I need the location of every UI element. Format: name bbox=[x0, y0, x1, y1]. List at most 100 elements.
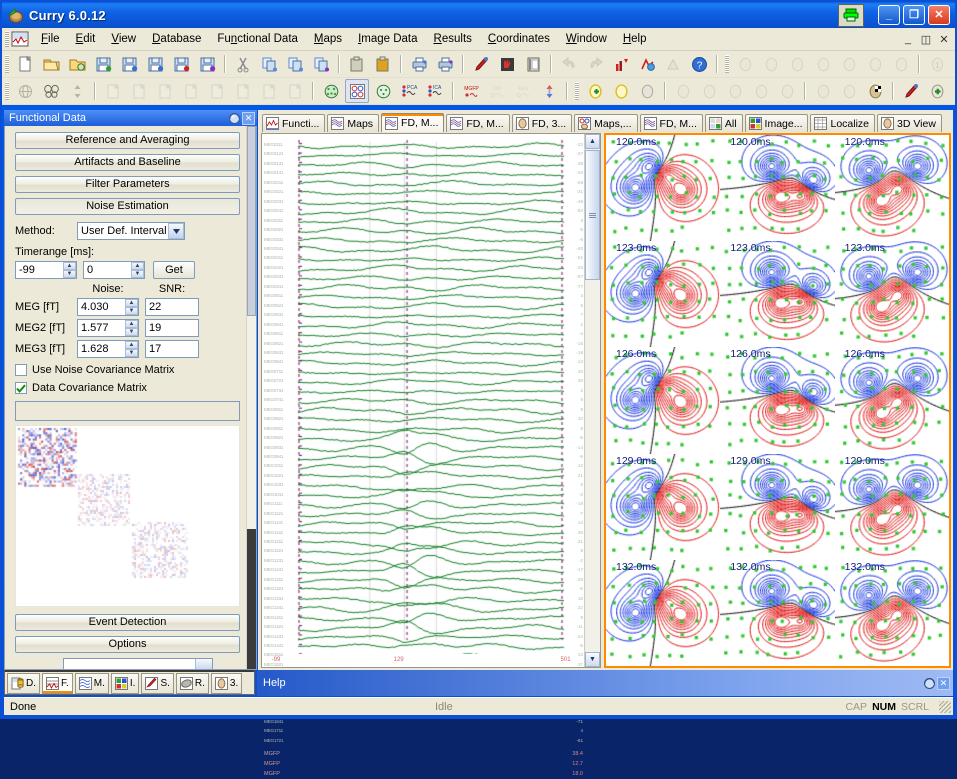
updown-blue-icon[interactable] bbox=[537, 79, 561, 103]
save-red-icon[interactable] bbox=[169, 52, 193, 76]
globe-gray-icon[interactable] bbox=[13, 79, 37, 103]
menu-item-window[interactable]: Window bbox=[558, 30, 615, 48]
page-dots-icon[interactable] bbox=[205, 79, 229, 103]
sphere-icon[interactable] bbox=[227, 111, 242, 125]
map-cell[interactable]: 123.0ms bbox=[835, 241, 949, 347]
timerange-to-input[interactable]: 0 ▲ ▼ bbox=[83, 261, 145, 279]
panel-close-button[interactable]: ✕ bbox=[242, 112, 255, 125]
page-right-icon[interactable] bbox=[179, 79, 203, 103]
view-tab-4[interactable]: FD, 3... bbox=[512, 114, 572, 132]
cut-icon[interactable] bbox=[231, 52, 255, 76]
close-button[interactable]: ✕ bbox=[928, 5, 950, 25]
map-cell[interactable]: 120.0ms bbox=[835, 135, 949, 241]
bottom-tab-m[interactable]: M. bbox=[75, 673, 109, 694]
noise-spinner[interactable]: ▲ ▼ bbox=[125, 341, 138, 357]
bottom-tab-d[interactable]: D. bbox=[7, 673, 40, 694]
toolbar-grip[interactable] bbox=[575, 82, 579, 100]
printer-icon[interactable] bbox=[838, 4, 864, 27]
copy2-icon[interactable] bbox=[283, 52, 307, 76]
head-grid3-icon[interactable] bbox=[723, 79, 747, 103]
head-checker-icon[interactable] bbox=[863, 79, 887, 103]
ica-icon[interactable]: ICA bbox=[423, 79, 447, 103]
menu-item-coordinates[interactable]: Coordinates bbox=[480, 30, 558, 48]
panel-button-options[interactable]: Options bbox=[15, 636, 240, 653]
panel-scrollbar[interactable] bbox=[246, 126, 256, 669]
checkbox-box[interactable] bbox=[15, 382, 27, 394]
undo-icon[interactable] bbox=[557, 52, 581, 76]
waveform-pane[interactable]: MEG0111 MEG0121 MEG0131 MEG0141 MEG0211 MEG02… bbox=[261, 133, 601, 668]
timerange-from-input[interactable]: -99 ▲ ▼ bbox=[15, 261, 77, 279]
toolbar-grip[interactable] bbox=[5, 55, 9, 73]
head-grid4-icon[interactable] bbox=[749, 79, 773, 103]
timerange-to-spinner[interactable]: ▲ ▼ bbox=[131, 262, 144, 278]
help-icon[interactable]: ? bbox=[687, 52, 711, 76]
paste-gold-icon[interactable] bbox=[371, 52, 395, 76]
checkbox-data-covariance-matrix[interactable]: Data Covariance Matrix bbox=[15, 382, 240, 394]
mdi-restore-button[interactable]: ◫ bbox=[919, 33, 933, 46]
noise-input[interactable]: 4.030 ▲ ▼ bbox=[77, 298, 139, 316]
marker-icon[interactable] bbox=[469, 52, 493, 76]
page-x-icon[interactable] bbox=[153, 79, 177, 103]
butterfly-icon[interactable] bbox=[39, 79, 63, 103]
menu-item-results[interactable]: Results bbox=[426, 30, 480, 48]
snr-input[interactable]: 17 bbox=[145, 340, 199, 358]
chart-gray-icon[interactable] bbox=[661, 52, 685, 76]
noise-spinner[interactable]: ▲ ▼ bbox=[125, 299, 138, 315]
menu-item-functional-data[interactable]: Functional Data bbox=[209, 30, 306, 48]
view-tab-1[interactable]: Maps bbox=[327, 114, 379, 132]
map-cell[interactable]: 123.0ms bbox=[606, 241, 720, 347]
head-x-icon[interactable] bbox=[635, 79, 659, 103]
menu-item-help[interactable]: Help bbox=[615, 30, 655, 48]
map-cell[interactable]: 120.0ms bbox=[606, 135, 720, 241]
sphere-icon[interactable] bbox=[922, 676, 937, 690]
head-num2-icon[interactable]: 2 bbox=[951, 52, 957, 76]
get-button[interactable]: Get bbox=[153, 261, 195, 279]
head-yellow-icon[interactable] bbox=[609, 79, 633, 103]
copy-icon[interactable] bbox=[257, 52, 281, 76]
menu-item-edit[interactable]: Edit bbox=[68, 30, 104, 48]
mdi-close-button[interactable]: ✕ bbox=[937, 33, 951, 46]
extra-field[interactable] bbox=[63, 658, 213, 670]
map-cell[interactable]: 126.0ms bbox=[720, 347, 834, 453]
extra-field-button[interactable] bbox=[195, 659, 212, 670]
copy-purple-icon[interactable] bbox=[309, 52, 333, 76]
map-cell[interactable]: 129.0ms bbox=[606, 454, 720, 560]
print-icon[interactable] bbox=[407, 52, 431, 76]
bottom-tab-f[interactable]: F. bbox=[42, 673, 73, 694]
maps-2x2-icon[interactable] bbox=[345, 79, 369, 103]
head-slice1-icon[interactable] bbox=[811, 79, 835, 103]
head-grid2-icon[interactable] bbox=[697, 79, 721, 103]
mdi-minimize-button[interactable]: _ bbox=[901, 33, 915, 46]
menu-grip[interactable] bbox=[5, 31, 9, 47]
checkbox-box[interactable] bbox=[15, 364, 27, 376]
bottom-tab-s[interactable]: S. bbox=[141, 673, 173, 694]
head2-icon[interactable] bbox=[785, 52, 809, 76]
waveform-scrollbar-thumb[interactable] bbox=[585, 150, 600, 280]
head-plus-yellow-icon[interactable] bbox=[583, 79, 607, 103]
view-tab-0[interactable]: Functi... bbox=[262, 114, 325, 132]
redo-icon[interactable] bbox=[583, 52, 607, 76]
map-cell[interactable]: 120.0ms bbox=[720, 135, 834, 241]
waveform-scrollbar[interactable]: ▲ ▼ bbox=[584, 134, 600, 667]
map-cell[interactable]: 132.0ms bbox=[835, 560, 949, 666]
mgfp-icon[interactable]: MGFP bbox=[459, 79, 483, 103]
covariance-value-box[interactable] bbox=[15, 401, 240, 421]
head5-icon[interactable] bbox=[863, 52, 887, 76]
menu-item-view[interactable]: View bbox=[103, 30, 144, 48]
chart-red-icon[interactable] bbox=[609, 52, 633, 76]
map-cell[interactable]: 129.0ms bbox=[720, 454, 834, 560]
sensor-globe-icon[interactable] bbox=[319, 79, 343, 103]
save-blue-icon[interactable] bbox=[117, 52, 141, 76]
snr-input[interactable]: 22 bbox=[145, 298, 199, 316]
view-tab-6[interactable]: FD, M... bbox=[640, 114, 703, 132]
head3-icon[interactable] bbox=[811, 52, 835, 76]
panel-button-filter-parameters[interactable]: Filter Parameters bbox=[15, 176, 240, 193]
page-b-icon[interactable] bbox=[257, 79, 281, 103]
curry-document-icon[interactable] bbox=[11, 31, 29, 47]
noise-spinner[interactable]: ▲ ▼ bbox=[125, 320, 138, 336]
view-tab-5[interactable]: Maps,... bbox=[574, 114, 637, 132]
dev-icon[interactable]: DEV bbox=[511, 79, 535, 103]
view-tab-7[interactable]: All bbox=[705, 114, 743, 132]
map-cell[interactable]: 132.0ms bbox=[720, 560, 834, 666]
map-cell[interactable]: 132.0ms bbox=[606, 560, 720, 666]
